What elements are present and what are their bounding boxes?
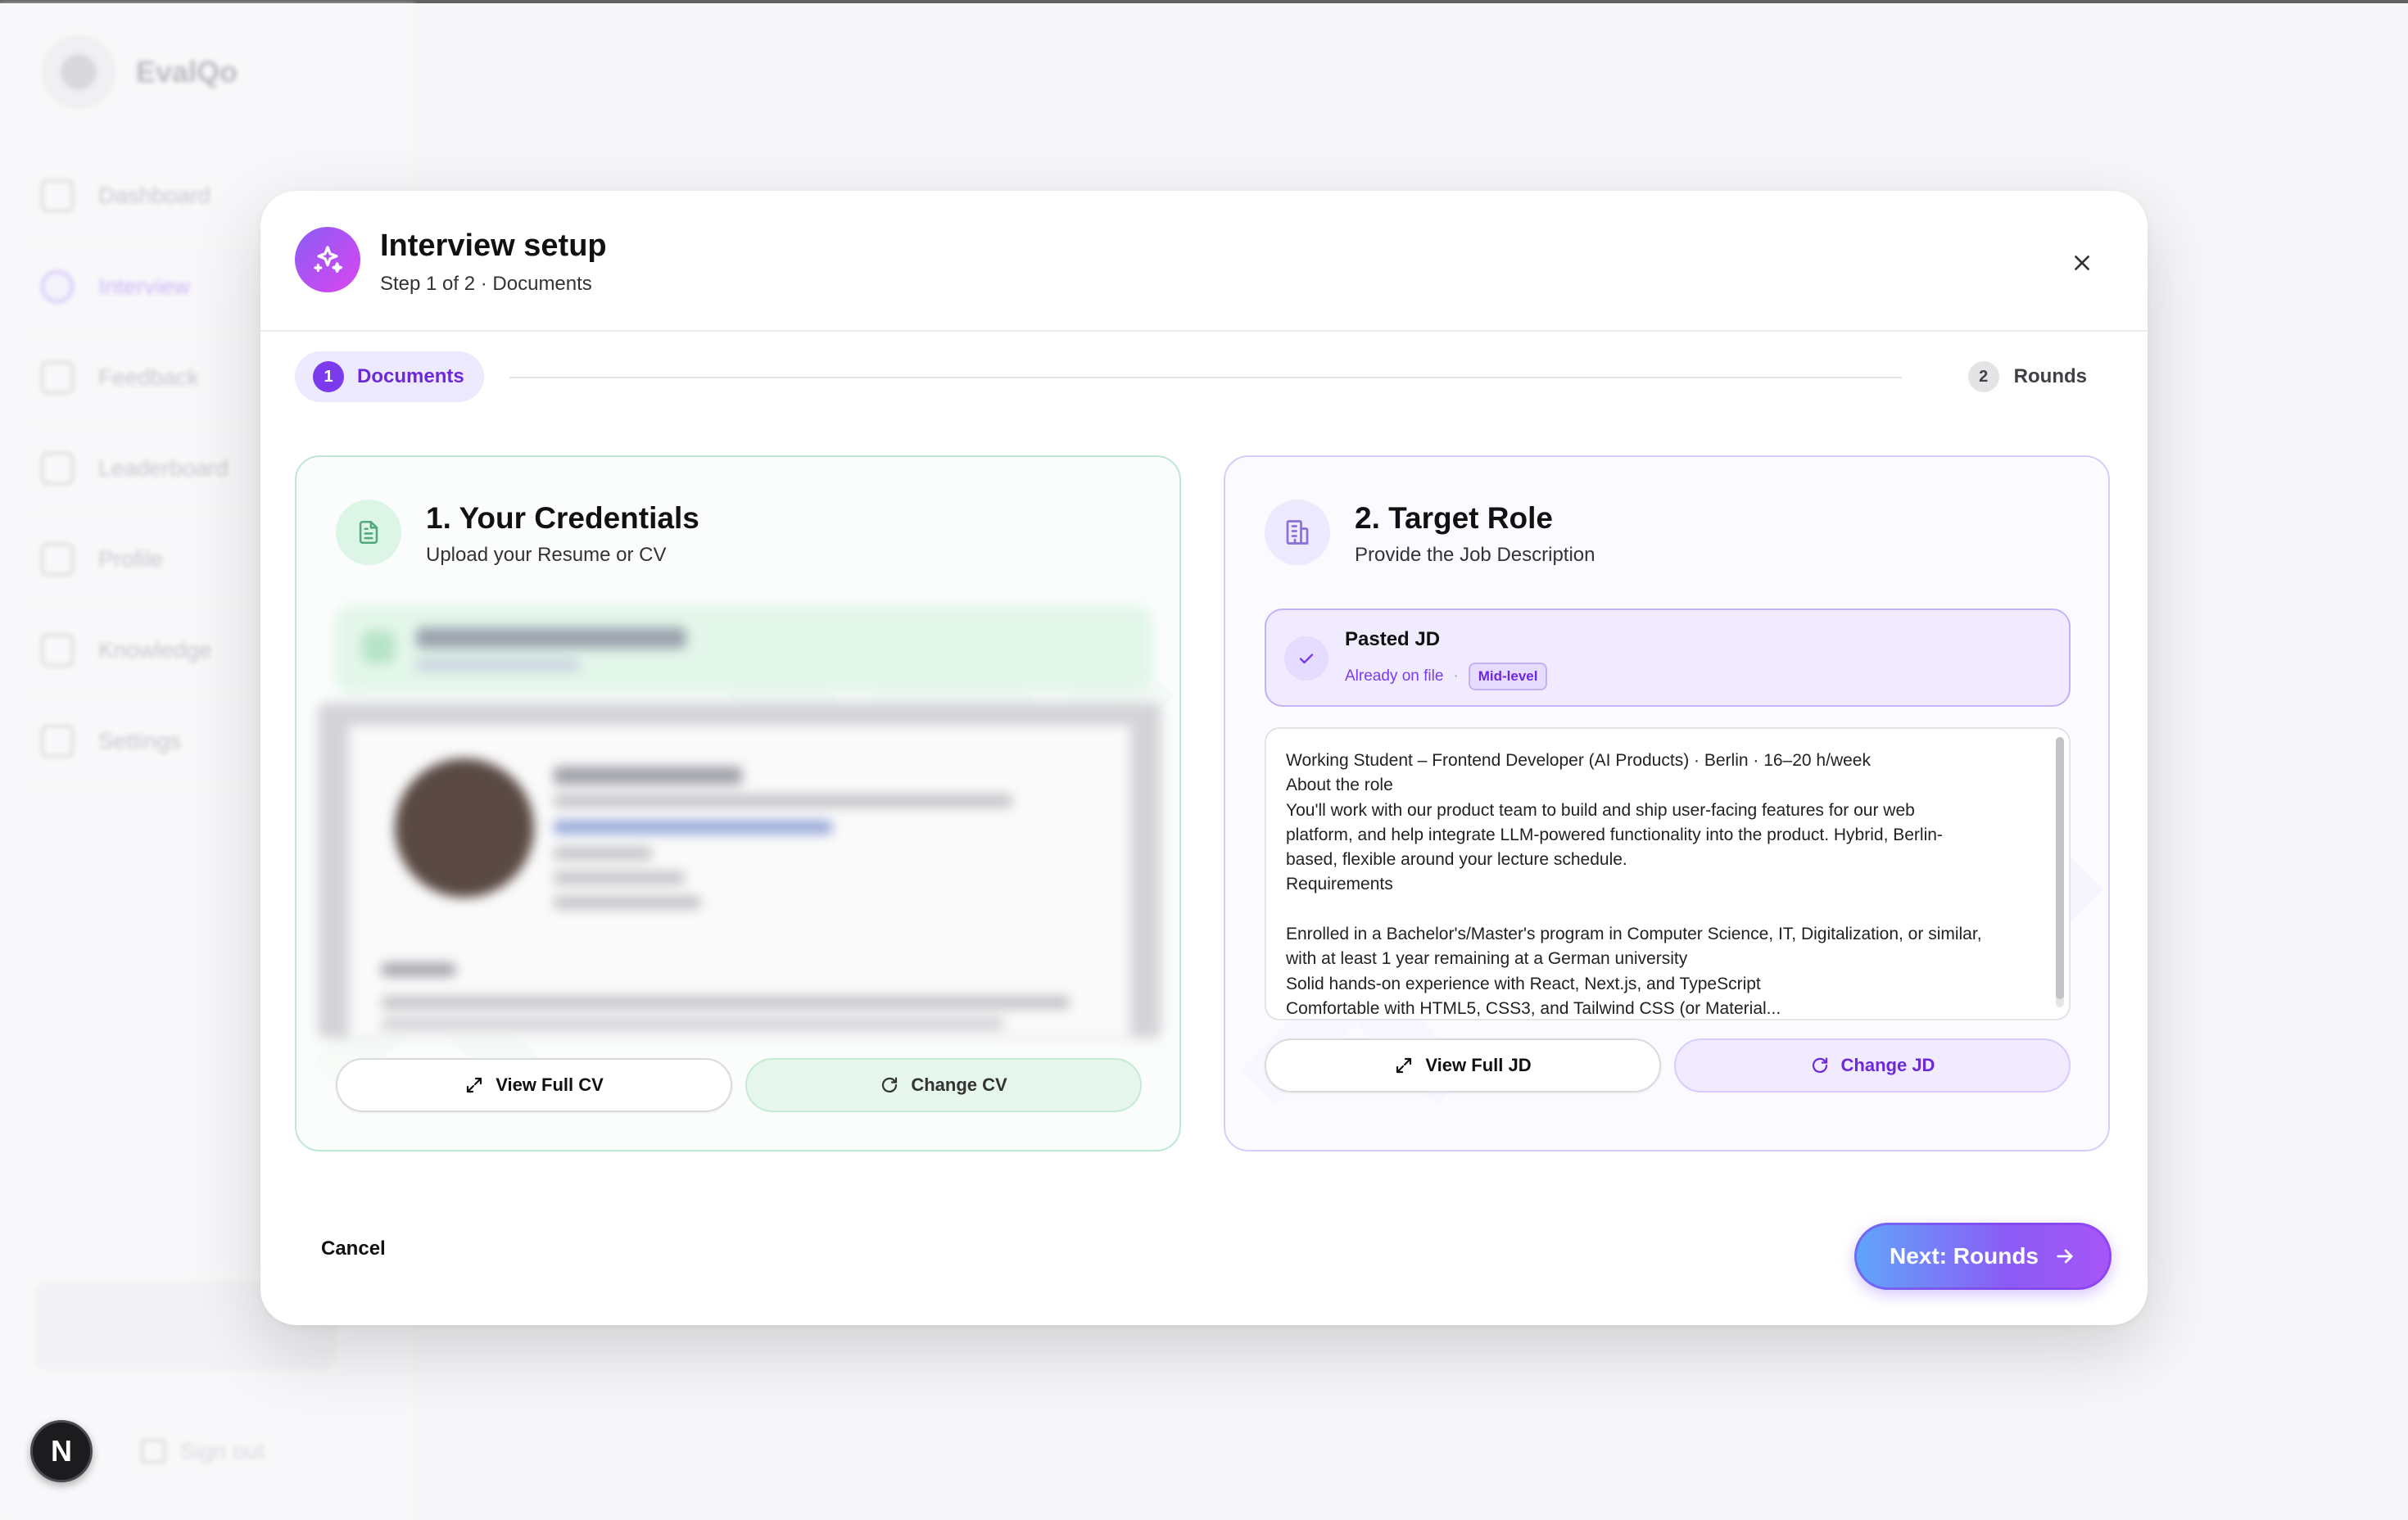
- stepper: 1 Documents 2 Rounds: [295, 351, 2107, 405]
- building-icon: [1265, 500, 1330, 565]
- jd-line: Requirements: [1286, 875, 1393, 894]
- step-label: Rounds: [2013, 365, 2087, 387]
- jd-line: Working Student – Frontend Developer (AI…: [1286, 751, 1871, 770]
- jd-status-title: Pasted JD: [1345, 628, 1441, 650]
- jd-status-card: Pasted JD Already on file · Mid-level: [1265, 608, 2071, 707]
- dev-tools-badge-label: N: [51, 1434, 72, 1468]
- jd-line: About the role: [1286, 776, 1393, 795]
- jd-scrollbar[interactable]: [2056, 737, 2064, 1007]
- target-role-card: 2. Target Role Provide the Job Descripti…: [1224, 455, 2110, 1151]
- jd-text-lines: Working Student – Frontend Developer (AI…: [1286, 749, 2036, 1019]
- change-cv-button[interactable]: Change CV: [745, 1058, 1142, 1112]
- credentials-title: 1. Your Credentials: [426, 501, 699, 535]
- cv-document-thumbnail: [318, 703, 1161, 1038]
- change-cv-label: Change CV: [911, 1074, 1007, 1095]
- target-role-subtitle: Provide the Job Description: [1355, 544, 1596, 566]
- jd-text-preview[interactable]: Working Student – Frontend Developer (AI…: [1265, 727, 2071, 1020]
- expand-icon: [1396, 1057, 1412, 1074]
- arrow-right-icon: [2057, 1249, 2073, 1264]
- view-full-jd-button[interactable]: View Full JD: [1265, 1038, 1661, 1092]
- check-icon: [1284, 636, 1328, 681]
- dev-tools-badge[interactable]: N: [30, 1420, 93, 1482]
- refresh-icon: [1812, 1057, 1827, 1073]
- jd-on-file-text: Already on file: [1345, 667, 1444, 685]
- jd-line: Solid hands-on experience with React, Ne…: [1286, 974, 1761, 993]
- jd-line: based, flexible around your lecture sche…: [1286, 850, 1627, 870]
- cancel-button[interactable]: Cancel: [321, 1237, 386, 1260]
- meta-separator: ·: [1453, 667, 1459, 685]
- modal-header: Interview setup Step 1 of 2 · Documents: [260, 191, 2148, 332]
- modal-subtitle: Step 1 of 2 · Documents: [380, 273, 592, 295]
- next-rounds-button[interactable]: Next: Rounds: [1854, 1223, 2112, 1290]
- target-role-title: 2. Target Role: [1355, 501, 1553, 535]
- jd-line: platform, and help integrate LLM-powered…: [1286, 825, 1943, 844]
- step-documents[interactable]: 1 Documents: [295, 351, 484, 402]
- level-badge: Mid-level: [1468, 663, 1548, 690]
- cv-file-chip: [334, 604, 1153, 694]
- step-connector: [509, 377, 1902, 378]
- cv-photo: [395, 758, 534, 898]
- jd-status-meta: Already on file · Mid-level: [1345, 663, 1548, 690]
- step-rounds[interactable]: 2 Rounds: [1967, 351, 2087, 402]
- interview-setup-modal: Interview setup Step 1 of 2 · Documents …: [260, 191, 2148, 1325]
- jd-line: Comfortable with HTML5, CSS3, and Tailwi…: [1286, 998, 1781, 1018]
- change-jd-label: Change JD: [1840, 1055, 1935, 1075]
- credentials-card: 1. Your Credentials Upload your Resume o…: [295, 455, 1181, 1151]
- document-icon: [336, 500, 401, 565]
- step-number: 2: [1967, 361, 1999, 392]
- jd-line: You'll work with our product team to bui…: [1286, 800, 1915, 820]
- next-rounds-label: Next: Rounds: [1890, 1243, 2039, 1269]
- modal-title: Interview setup: [380, 228, 607, 263]
- close-button[interactable]: [2061, 242, 2103, 284]
- jd-line: with at least 1 year remaining at a Germ…: [1286, 949, 1688, 969]
- sparkles-icon: [295, 227, 360, 292]
- jd-line: Enrolled in a Bachelor's/Master's progra…: [1286, 925, 1982, 944]
- close-icon: [2075, 256, 2089, 270]
- credentials-subtitle: Upload your Resume or CV: [426, 544, 667, 566]
- view-full-cv-button[interactable]: View Full CV: [336, 1058, 732, 1112]
- change-jd-button[interactable]: Change JD: [1674, 1038, 2071, 1092]
- view-full-jd-label: View Full JD: [1425, 1055, 1532, 1075]
- refresh-icon: [882, 1077, 898, 1092]
- cv-preview[interactable]: [318, 604, 1161, 1038]
- jd-line: [1286, 898, 2036, 922]
- jd-scrollbar-thumb[interactable]: [2056, 737, 2064, 999]
- expand-icon: [467, 1077, 482, 1093]
- step-number: 1: [313, 361, 344, 392]
- step-label: Documents: [357, 365, 464, 387]
- view-full-cv-label: View Full CV: [496, 1074, 604, 1095]
